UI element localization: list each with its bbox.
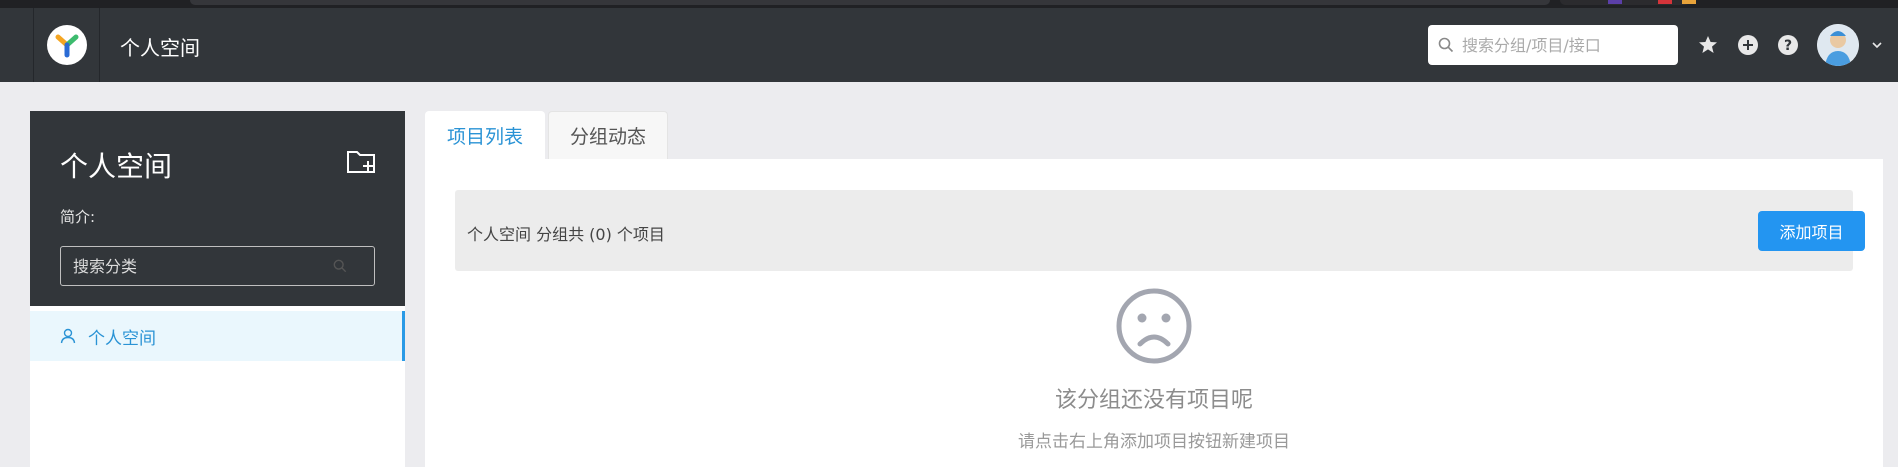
group-title: 个人空间 <box>60 150 173 183</box>
empty-state-title: 该分组还没有项目呢 <box>1054 388 1253 413</box>
address-bar-edge <box>190 0 1550 5</box>
question-icon[interactable]: ? <box>1777 34 1799 56</box>
extension-icon[interactable] <box>1682 0 1696 4</box>
global-search-input[interactable] <box>1462 35 1662 55</box>
search-icon <box>1438 37 1454 53</box>
search-icon <box>333 259 347 273</box>
sad-face-icon <box>1116 288 1192 368</box>
plus-circle-icon[interactable] <box>1737 34 1759 56</box>
group-info-panel: 个人空间 简介: <box>30 111 405 306</box>
sidebar-item-personal-space[interactable]: 个人空间 <box>30 311 405 361</box>
sidebar-item-label: 个人空间 <box>88 328 156 349</box>
project-count-text: 个人空间 分组共 (0) 个项目 <box>467 225 665 244</box>
top-header: 个人空间 ? <box>0 8 1898 82</box>
extension-icon[interactable] <box>1608 0 1622 4</box>
add-project-button[interactable]: 添加项目 <box>1758 211 1865 251</box>
category-search-input[interactable] <box>73 256 333 276</box>
tab-group-activity[interactable]: 分组动态 <box>548 111 668 159</box>
add-group-folder-icon[interactable] <box>346 148 378 176</box>
header-title[interactable]: 个人空间 <box>120 32 200 61</box>
global-search[interactable] <box>1428 25 1678 65</box>
empty-state-subtitle: 请点击右上角添加项目按钮新建项目 <box>1018 432 1290 452</box>
avatar-image <box>1817 24 1859 66</box>
extension-icon[interactable] <box>1658 0 1672 4</box>
svg-text:?: ? <box>1784 38 1792 54</box>
project-info-bar: 个人空间 分组共 (0) 个项目 添加项目 <box>455 190 1865 271</box>
project-list-panel: 个人空间 分组共 (0) 个项目 添加项目 该分组还没有项目呢 请点击右上角添加… <box>425 159 1883 467</box>
logo-icon <box>55 34 78 58</box>
tab-project-list[interactable]: 项目列表 <box>425 111 545 159</box>
group-list: 个人空间 <box>30 306 405 467</box>
avatar[interactable] <box>1817 24 1859 66</box>
browser-strip <box>0 0 1898 8</box>
group-intro-label: 简介: <box>60 208 96 226</box>
extension-bar <box>1560 0 1696 5</box>
user-icon <box>60 328 76 344</box>
logo-container[interactable] <box>33 8 100 82</box>
yapi-logo[interactable] <box>46 25 87 65</box>
category-search[interactable] <box>60 246 375 286</box>
chevron-down-icon[interactable] <box>1866 34 1888 56</box>
star-icon[interactable] <box>1697 34 1719 56</box>
